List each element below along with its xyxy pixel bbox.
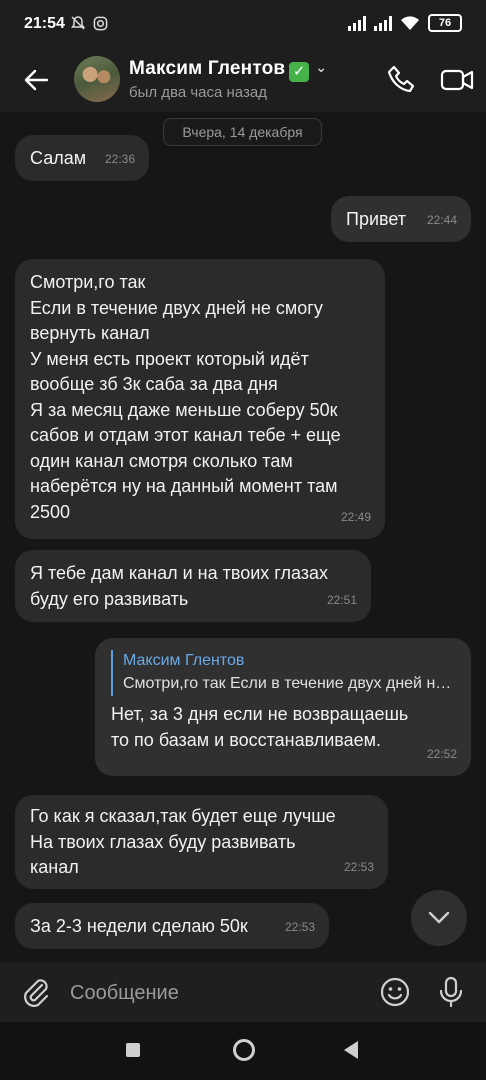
smiley-icon — [380, 977, 410, 1007]
date-separator: Вчера, 14 декабря — [163, 118, 322, 146]
status-bar: 21:54 76 — [0, 0, 486, 50]
call-button[interactable] — [384, 62, 420, 98]
signal-icon — [348, 15, 366, 31]
home-button[interactable] — [233, 1039, 255, 1061]
reply-quote[interactable]: Максим Глентов Смотри,го так Если в тече… — [111, 650, 471, 696]
instagram-icon — [93, 16, 108, 31]
back-button[interactable] — [18, 62, 54, 98]
contact-name-text: Максим Глентов — [129, 58, 286, 79]
message-text: Го как я сказал,так будет еще лучше На т… — [30, 806, 336, 877]
message-text: Я тебе дам канал и на твоих глазах буду … — [30, 563, 329, 609]
message-incoming[interactable]: Смотри,го так Если в течение двух дней н… — [15, 259, 385, 539]
paperclip-icon — [24, 979, 49, 1007]
phone-icon — [387, 65, 415, 93]
microphone-icon — [439, 976, 463, 1008]
message-text: Смотри,го так Если в течение двух дней н… — [30, 272, 341, 522]
system-navigation-bar — [0, 1022, 486, 1080]
message-time: 22:49 — [340, 509, 371, 524]
message-time: 22:36 — [104, 151, 135, 166]
system-back-button[interactable] — [344, 1041, 358, 1059]
attach-button[interactable] — [20, 976, 52, 1008]
message-incoming[interactable]: Го как я сказал,так будет еще лучше На т… — [15, 795, 388, 889]
recent-apps-button[interactable] — [126, 1043, 140, 1057]
reply-preview-text: Смотри,го так Если в течение двух дней н… — [123, 675, 455, 692]
message-composer — [0, 962, 486, 1022]
scroll-to-bottom-button[interactable] — [411, 890, 467, 946]
battery-level: 76 — [438, 17, 452, 29]
message-text: Нет, за 3 дня если не возвращаешь то по … — [111, 704, 409, 750]
message-time: 22:53 — [343, 859, 374, 874]
message-outgoing[interactable]: Привет 22:44 — [331, 196, 471, 242]
video-camera-icon — [440, 69, 474, 91]
message-incoming[interactable]: Я тебе дам канал и на твоих глазах буду … — [15, 550, 371, 622]
message-time: 22:51 — [326, 592, 357, 607]
chat-header: Максим Глентов ✓ ⌄ был два часа назад — [0, 50, 486, 112]
reply-author: Максим Глентов — [123, 652, 245, 669]
message-time: 22:53 — [284, 919, 315, 934]
bell-off-icon — [71, 16, 85, 30]
last-seen-status: был два часа назад — [129, 84, 267, 101]
message-incoming[interactable]: Салам 22:36 — [15, 135, 149, 181]
message-input[interactable] — [70, 976, 360, 1010]
message-time: 22:52 — [426, 746, 457, 761]
avatar[interactable] — [74, 56, 120, 102]
message-incoming[interactable]: За 2-3 недели сделаю 50к 22:53 — [15, 903, 329, 949]
signal-2-icon — [374, 15, 392, 31]
message-time: 22:44 — [426, 212, 457, 227]
wifi-icon — [401, 16, 419, 30]
video-call-button[interactable] — [438, 62, 476, 98]
status-right-icons: 76 — [348, 14, 462, 32]
chevron-down-icon — [428, 911, 450, 924]
emoji-button[interactable] — [379, 976, 411, 1008]
status-time: 21:54 — [24, 15, 65, 32]
status-notification-icons — [70, 15, 108, 33]
battery-indicator: 76 — [428, 14, 462, 32]
contact-name[interactable]: Максим Глентов ✓ ⌄ — [129, 58, 327, 82]
arrow-left-icon — [24, 69, 49, 91]
voice-message-button[interactable] — [437, 976, 465, 1008]
verified-check-icon: ✓ — [289, 62, 310, 82]
message-outgoing-reply[interactable]: Максим Глентов Смотри,го так Если в тече… — [95, 638, 471, 776]
chevron-down-icon[interactable]: ⌄ — [315, 59, 327, 76]
